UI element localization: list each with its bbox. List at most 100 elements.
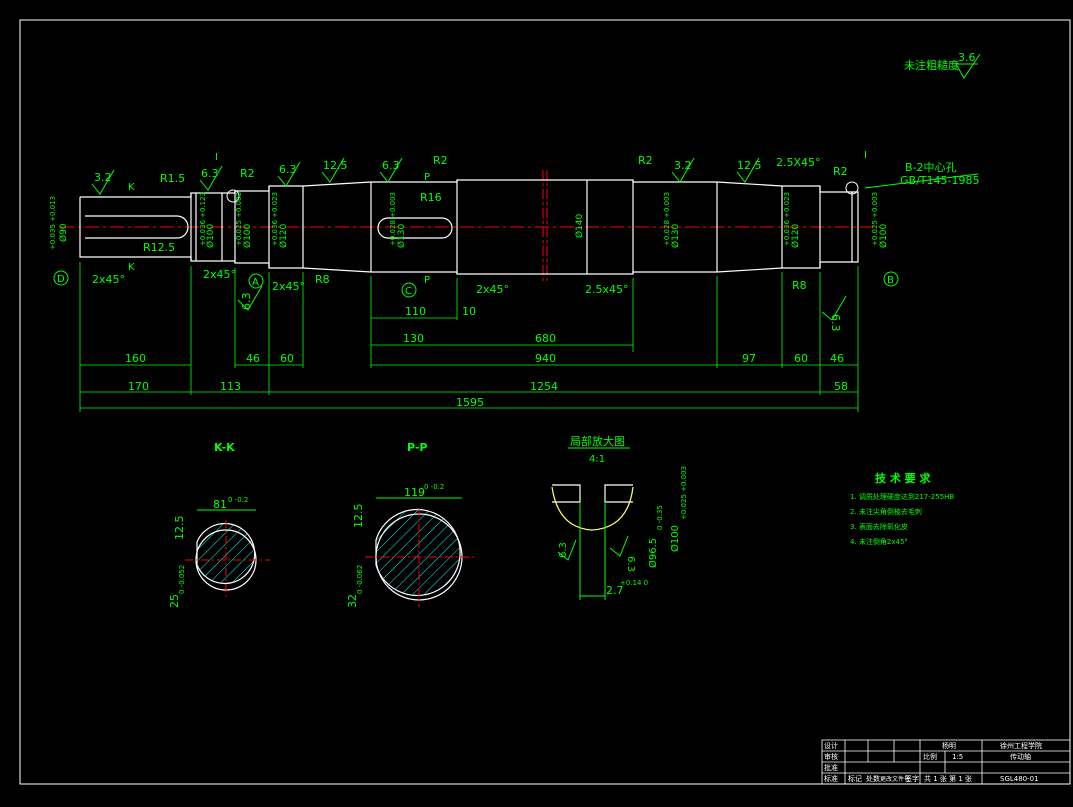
detail-rough2: 6.3: [625, 556, 636, 572]
section-p-top: P: [424, 172, 430, 183]
diam-100c-tol: +0.025 +0.003: [871, 192, 879, 246]
diam-100b-tol: +0.025 +0.003: [235, 192, 243, 246]
roughness-note: 未注粗糙度 3.6: [904, 51, 981, 79]
rough-r1: 3.2: [94, 171, 112, 184]
tb-checker: 审核: [824, 752, 838, 761]
dimension-lines: [79, 262, 859, 412]
tech-item-2: 2. 未注尖角倒棱去毛刺: [850, 507, 922, 516]
radius-r2b: R2: [433, 154, 448, 167]
detail-d96-tol: 0 -0.35: [656, 505, 664, 530]
rough-r9: 6.3: [829, 314, 842, 332]
radius-r2c: R2: [638, 154, 653, 167]
section-k-width: 81: [213, 498, 227, 511]
dim-60a: 60: [280, 352, 294, 365]
chamfer-c1: 2x45°: [92, 273, 125, 286]
tb-school: 徐州工程学院: [1000, 741, 1042, 750]
rough-r4: 12.5: [323, 159, 348, 172]
section-p-bottom: P: [424, 275, 430, 286]
radius-r2a: R2: [240, 167, 255, 180]
rough-r7: 12.5: [737, 159, 762, 172]
tb-code: SGL480-01: [1000, 775, 1039, 783]
diam-90-tol: +0.035 +0.013: [49, 196, 57, 250]
datum-b: B: [887, 275, 894, 286]
diam-140: Ø140: [574, 213, 585, 238]
section-k-key: 25: [168, 594, 181, 608]
diam-100c: Ø100: [878, 223, 889, 248]
section-p-title: P-P: [407, 441, 428, 454]
section-k-rough: 12.5: [173, 516, 186, 541]
diam-100a-tol: +0.036 +0.123: [199, 192, 207, 246]
radius-r125: R12.5: [143, 241, 175, 254]
detail-scale: 4:1: [589, 454, 605, 465]
dim-58: 58: [834, 380, 848, 393]
rough-r8: 6.3: [240, 293, 253, 311]
detail-rough1: 6.3: [558, 542, 569, 558]
diam-130a: Ø130: [396, 223, 407, 248]
tech-item-4: 4. 未注倒角2x45°: [850, 537, 908, 546]
engineering-drawing: 未注粗糙度 3.6 D A C B K K P P I I B-2中心孔 GB/…: [19, 19, 1071, 785]
chamfer-c4: 2x45°: [476, 283, 509, 296]
drawing-frame: [19, 19, 1071, 785]
dim-1254: 1254: [530, 380, 558, 393]
rough-r2: 6.3: [201, 167, 219, 180]
section-p-width-tol: 0 -0.2: [424, 483, 444, 491]
detail-i-right: I: [864, 150, 867, 161]
diam-130b-tol: +0.028 +0.003: [663, 192, 671, 246]
radius-r16: R16: [420, 191, 442, 204]
tb-scale-label: 比例: [923, 752, 937, 761]
roughness-note-label: 未注粗糙度: [904, 58, 959, 72]
tb-marker: 标记: [848, 774, 862, 783]
diam-120b: Ø120: [790, 223, 801, 248]
diam-120a-tol: +0.036 +0.023: [271, 192, 279, 246]
detail-d96: Ø96.5: [647, 538, 659, 568]
diam-130a-tol: +0.028 +0.003: [389, 192, 397, 246]
tb-designer: 设计: [824, 741, 838, 750]
dim-160: 160: [125, 352, 146, 365]
dim-1595: 1595: [456, 396, 484, 409]
dim-940: 940: [535, 352, 556, 365]
datum-d: D: [57, 274, 65, 285]
dim-46b: 46: [830, 352, 844, 365]
dim-46a: 46: [246, 352, 260, 365]
diam-120a: Ø120: [278, 223, 289, 248]
datum-a: A: [252, 277, 259, 288]
rough-r5: 6.3: [382, 159, 400, 172]
section-p-rough: 12.5: [352, 504, 365, 529]
chamfer-c2: 2x45°: [203, 268, 236, 281]
tb-sign: 签字: [905, 774, 919, 783]
center-hole-line2: GB/T145-1985: [900, 174, 979, 187]
detail-groove-left: [552, 484, 581, 503]
section-p-view: P-P 119 0 -0.2 32 0 -0.062 12.5: [346, 441, 475, 608]
chamfer-c3: 2x45°: [272, 280, 305, 293]
tb-approver: 批准: [824, 763, 838, 772]
detail-i-left: I: [215, 152, 218, 163]
tb-name: 杨明: [942, 741, 956, 750]
tech-item-1: 1. 调质处理硬度达到217-255HB: [850, 492, 954, 501]
dim-97: 97: [742, 352, 756, 365]
section-p-shape: [375, 508, 461, 597]
center-hole-line1: B-2中心孔: [905, 161, 957, 174]
tb-scale-value: 1:5: [952, 753, 963, 761]
section-k-title: K-K: [214, 441, 235, 454]
section-k-top: K: [128, 182, 135, 193]
radius-r15: R1.5: [160, 172, 185, 185]
tb-part: 传动轴: [1010, 752, 1031, 761]
chamfer-c6: 2.5X45°: [776, 156, 821, 169]
diam-100b: Ø100: [242, 223, 253, 248]
tech-requirements: 技 术 要 求 1. 调质处理硬度达到217-255HB 2. 未注尖角倒棱去毛…: [850, 471, 954, 546]
detail-view: 局部放大图 4:1 2.7 +0.14 0 Ø96.5 0 -0.35 Ø100…: [551, 434, 688, 600]
tb-sheet: 共 1 张 第 1 张: [924, 774, 972, 783]
detail-d100: Ø100: [669, 525, 681, 552]
datum-c: C: [405, 286, 412, 297]
detail-groove-arc: [551, 486, 634, 531]
dim-10: 10: [462, 305, 476, 318]
diam-130b: Ø130: [670, 223, 681, 248]
diam-90: Ø90: [58, 223, 69, 242]
dim-60b: 60: [794, 352, 808, 365]
section-k-key-tol: 0 -0.052: [178, 565, 186, 594]
tech-title: 技 术 要 求: [875, 471, 931, 485]
section-p-key-tol: 0 -0.062: [356, 565, 364, 594]
rough-r3: 6.3: [279, 163, 297, 176]
radius-r2d: R2: [833, 165, 848, 178]
roughness-note-value: 3.6: [958, 51, 976, 64]
